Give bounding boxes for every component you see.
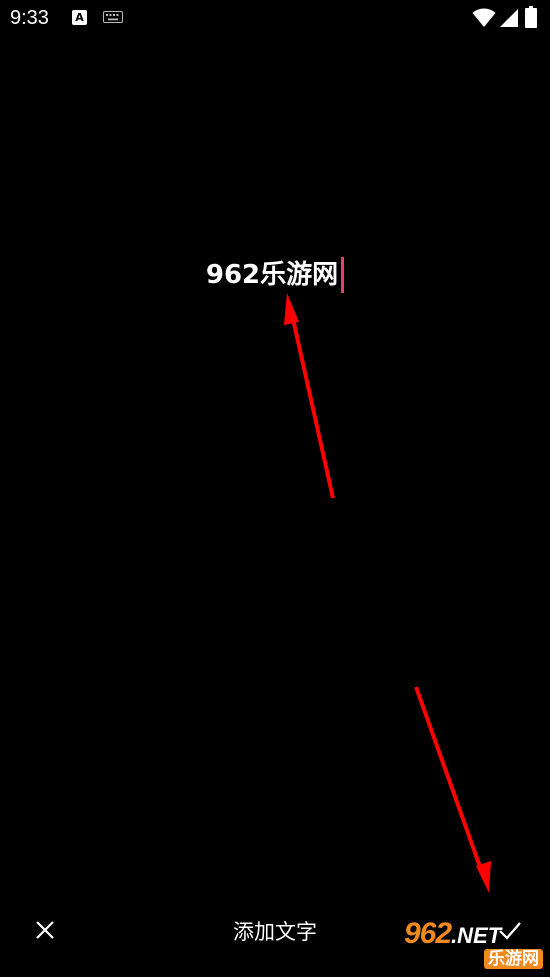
watermark-text: 962.NET [404, 917, 502, 950]
arrow-to-confirm [414, 686, 491, 893]
watermark-site-name: 乐游网 [484, 949, 543, 969]
arrow-to-text [284, 293, 335, 499]
text-caret [341, 257, 345, 293]
cell-signal-icon [500, 9, 518, 27]
watermark-logo: 962.NET 乐游网 [404, 917, 548, 973]
annotation-arrows [284, 293, 491, 893]
entered-text[interactable]: 962乐游网 [206, 256, 340, 294]
keyboard-icon [103, 11, 123, 23]
status-bar: 9:33 A [0, 0, 550, 38]
input-method-icon: A [72, 10, 87, 25]
status-time: 9:33 [10, 7, 49, 29]
wifi-icon [472, 8, 496, 27]
battery-icon [525, 6, 537, 28]
text-editor-area[interactable]: 962乐游网 [0, 256, 550, 294]
